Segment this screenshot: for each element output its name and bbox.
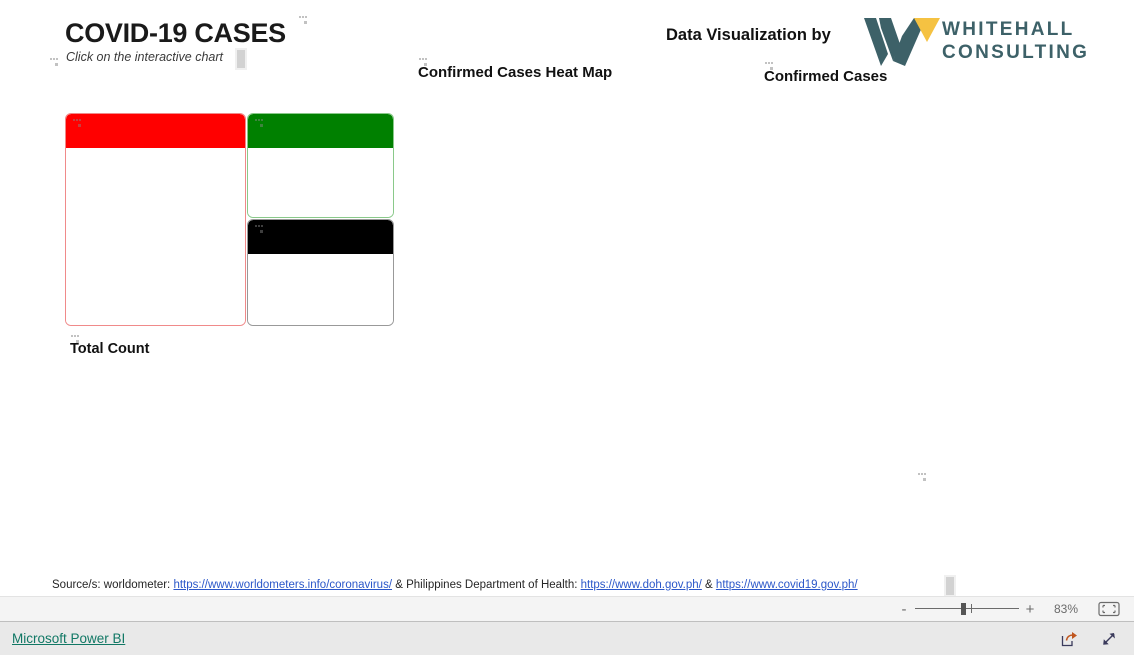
share-icon [1061, 631, 1077, 646]
fullscreen-button[interactable] [1100, 630, 1118, 648]
zoom-toolbar: - + 83% [0, 596, 1134, 622]
status-bar-actions [1060, 630, 1118, 648]
source-link-worldometers[interactable]: https://www.worldometers.info/coronaviru… [173, 579, 392, 591]
wordmark-line-1: WHITEHALL [942, 19, 1075, 40]
loading-placeholder-block [235, 48, 247, 70]
whitehall-w-mark-icon [862, 18, 940, 66]
zoom-slider[interactable] [915, 602, 1019, 616]
visual-card-body [248, 148, 393, 217]
share-button[interactable] [1060, 630, 1078, 648]
zoom-level-label: 83% [1053, 602, 1079, 616]
visual-title-confirmed-cases: Confirmed Cases [764, 68, 888, 85]
source-separator: & [701, 579, 716, 591]
whitehall-consulting-logo: WHITEHALL CONSULTING [862, 16, 1087, 68]
loading-dots-icon [255, 119, 269, 127]
visual-card-confirmed-cases-heat-map[interactable] [247, 113, 394, 218]
page-subtitle: Click on the interactive chart [66, 50, 224, 64]
visual-title-confirmed-cases-heat-map: Confirmed Cases Heat Map [418, 64, 613, 81]
zoom-in-button[interactable]: + [1022, 602, 1038, 617]
loading-dots-icon [255, 225, 269, 233]
page-title: COVID-19 CASES [65, 18, 286, 48]
visual-card-header [248, 114, 393, 148]
loading-placeholder-block [944, 575, 956, 596]
visual-card-header [248, 220, 393, 254]
loading-dots-icon [299, 16, 315, 26]
whitehall-wordmark: WHITEHALL CONSULTING [942, 18, 1089, 64]
visual-card-total-count[interactable] [65, 113, 246, 326]
source-link-covid19gov[interactable]: https://www.covid19.gov.ph/ [716, 579, 858, 591]
source-footer: Source/s: worldometer: https://www.world… [52, 579, 858, 591]
visual-card-body [248, 254, 393, 325]
loading-dots-icon [73, 119, 87, 127]
data-visualization-by-label: Data Visualization by [666, 26, 831, 44]
source-prefix: Source/s: worldometer: [52, 579, 174, 591]
fit-to-page-button[interactable] [1098, 601, 1120, 617]
zoom-slider-tick [971, 604, 972, 613]
zoom-slider-thumb[interactable] [961, 603, 966, 615]
visual-card-body [66, 148, 245, 325]
loading-dots-icon [918, 473, 934, 483]
loading-dots-icon [71, 335, 87, 345]
visual-card-confirmed-cases[interactable] [247, 219, 394, 326]
source-middle: & Philippines Department of Health: [392, 579, 581, 591]
status-bar: Microsoft Power BI [0, 622, 1134, 655]
fullscreen-icon [1103, 632, 1115, 645]
report-canvas: COVID-19 CASES Click on the interactive … [0, 0, 1134, 596]
zoom-out-button[interactable]: - [896, 602, 912, 617]
wordmark-line-2: CONSULTING [942, 42, 1090, 63]
fit-to-page-icon [1098, 601, 1120, 617]
loading-dots-icon [50, 58, 66, 68]
microsoft-power-bi-link[interactable]: Microsoft Power BI [12, 631, 125, 646]
visual-card-header [66, 114, 245, 148]
loading-dots-icon [419, 58, 435, 68]
loading-dots-icon [765, 62, 781, 72]
source-link-doh[interactable]: https://www.doh.gov.ph/ [581, 579, 702, 591]
